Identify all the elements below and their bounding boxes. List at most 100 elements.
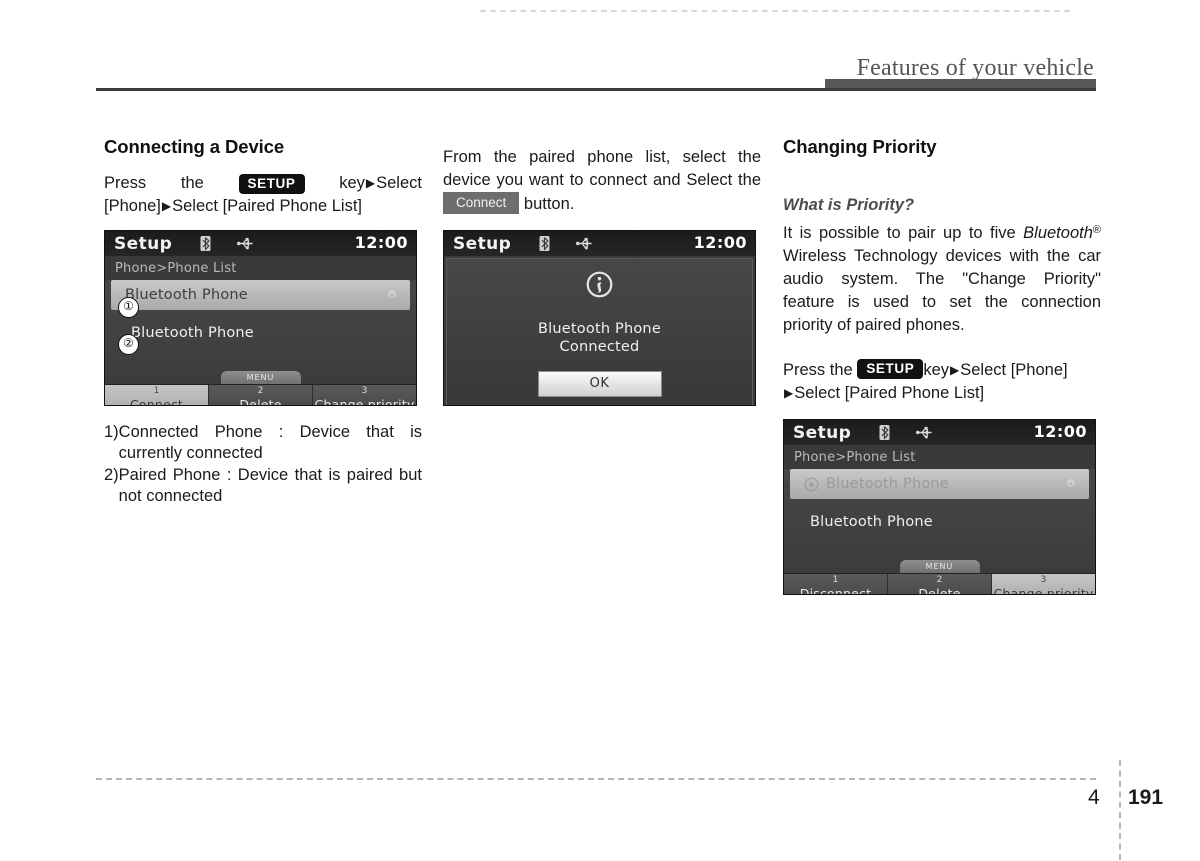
priority-desc-pre: It is possible to pair up to five [783, 224, 1024, 242]
softkey-label: Connect [129, 397, 184, 406]
priority-description: It is possible to pair up to five Blueto… [783, 219, 1101, 337]
softkey-number: 1 [153, 386, 160, 396]
bluetooth-icon [200, 236, 211, 251]
list-item-label: Bluetooth Phone [826, 476, 949, 492]
connect-key-badge: Connect [443, 192, 520, 214]
softkey-label: Disconnect [799, 586, 872, 595]
list-item-label: Bluetooth Phone [131, 325, 254, 341]
screen-clock: 12:00 [1033, 422, 1087, 441]
screen-title: Setup [453, 233, 512, 254]
screen-status-bar: Setup 12:00 [784, 420, 1095, 445]
screen-softkey-bar: 1 Disconnect 2 Delete 3 Change priority [784, 573, 1095, 595]
menu-tab[interactable]: MENU [899, 560, 980, 573]
bluetooth-icon [539, 236, 550, 251]
right-column: Changing Priority What is Priority? It i… [783, 136, 1101, 595]
key-word: key [339, 174, 365, 192]
softkey-connect[interactable]: 1 Connect [105, 385, 209, 406]
press-word: Press [104, 174, 147, 192]
select-word-2: Select [172, 197, 218, 215]
arrow-icon: ▶ [365, 176, 376, 190]
status-icon-group [539, 236, 595, 251]
softkey-delete[interactable]: 2 Delete [209, 385, 313, 406]
device-screen-change-priority: Setup 12:00 Phone>Phone List Bluetooth P… [783, 419, 1096, 595]
setup-key-badge: SETUP [857, 359, 924, 379]
connecting-instruction: Press the SETUP key▶Select [Phone]▶Selec… [104, 172, 422, 218]
screen-list-body: Bluetooth Phone Bluetooth Phone MENU [784, 469, 1095, 573]
select-word-2: Select [794, 384, 841, 402]
top-crop-mark [480, 10, 1070, 13]
softkey-delete[interactable]: 2 Delete [888, 574, 992, 595]
list-item[interactable]: Bluetooth Phone [790, 469, 1089, 499]
softkey-change-priority[interactable]: 3 Change priority [992, 574, 1095, 595]
arrow-icon-2: ▶ [784, 386, 794, 400]
middle-screenshot-wrapper: Setup 12:00 Bluetooth Phone Connected OK [443, 230, 761, 406]
softkey-label: Delete [918, 586, 961, 595]
ok-button[interactable]: OK [537, 371, 662, 397]
page-title: Connecting a Device [104, 136, 285, 157]
phone-bracket: [Phone] [1010, 361, 1068, 379]
paired-phone-list-bracket: [Paired Phone List] [844, 384, 985, 402]
menu-tab[interactable]: MENU [220, 371, 301, 384]
note-text: Connected Phone : Device that is current… [118, 423, 422, 462]
list-item-label: Bluetooth Phone [125, 287, 248, 303]
softkey-disconnect[interactable]: 1 Disconnect [784, 574, 888, 595]
usb-icon [916, 426, 932, 439]
gear-icon [387, 289, 397, 299]
select-word-1: Select [376, 174, 422, 192]
device-screen-connected-dialog: Setup 12:00 Bluetooth Phone Connected OK [443, 230, 756, 406]
list-item-label: Bluetooth Phone [810, 514, 933, 530]
screen-status-bar: Setup 12:00 [444, 231, 755, 256]
list-item[interactable]: Bluetooth Phone [111, 318, 410, 348]
footer-page-number: 191 [1128, 786, 1164, 809]
page-header-title: Features of your vehicle [856, 55, 1094, 81]
header-rule [96, 88, 1096, 91]
screen-clock: 12:00 [354, 233, 408, 252]
softkey-number: 3 [1040, 575, 1047, 585]
usb-icon [576, 237, 592, 250]
softkey-number: 2 [936, 575, 943, 585]
connect-paragraph-part1: From the paired phone list, select the d… [443, 148, 761, 189]
list-item[interactable]: Bluetooth Phone [790, 507, 1089, 537]
dialog-message: Bluetooth Phone Connected [538, 320, 661, 356]
screen-clock: 12:00 [693, 233, 747, 252]
bluetooth-icon [879, 425, 890, 440]
registered-mark: ® [1092, 224, 1101, 236]
status-icon-group [879, 425, 935, 440]
screen-status-bar: Setup 12:00 [105, 231, 416, 256]
footer-rule [96, 778, 1096, 780]
device-screen-phone-list: Setup 12:00 Phone>Phone List Bluetooth P… [104, 230, 417, 406]
screen-breadcrumb: Phone>Phone List [115, 261, 237, 276]
softkey-change-priority[interactable]: 3 Change priority [313, 385, 416, 406]
section-title-changing-priority: Changing Priority [783, 136, 937, 157]
note-number: 1) [104, 423, 119, 441]
left-column: Connecting a Device Press the SETUP key▶… [104, 136, 422, 508]
gear-icon [1066, 478, 1076, 488]
screen-title: Setup [114, 233, 173, 254]
dialog-message-line1: Bluetooth Phone [538, 321, 661, 337]
dialog-body: Bluetooth Phone Connected OK [446, 258, 753, 405]
arrow-icon-2: ▶ [161, 199, 172, 213]
the-word: the [829, 361, 853, 379]
softkey-number: 1 [832, 575, 839, 585]
usb-icon [237, 237, 253, 250]
bluetooth-wordmark: Bluetooth [1023, 224, 1093, 242]
list-item[interactable]: Bluetooth Phone [111, 280, 410, 310]
key-word: key [923, 361, 950, 379]
dialog-message-line2: Connected [559, 339, 640, 355]
footer-chapter-number: 4 [1088, 786, 1100, 809]
page-header: Features of your vehicle [0, 0, 1200, 100]
screen-softkey-bar: 1 Connect 2 Delete 3 Change priority [105, 384, 416, 406]
screen-list-body: Bluetooth Phone Bluetooth Phone MENU [105, 280, 416, 384]
info-icon [586, 271, 613, 298]
screen-breadcrumb: Phone>Phone List [794, 450, 916, 465]
connect-paragraph-part2: button. [523, 195, 575, 213]
note-text: Paired Phone : Device that is paired but… [118, 466, 422, 505]
list-item: 2) Paired Phone : Device that is paired … [104, 465, 422, 507]
priority-instruction: Press the SETUP key▶Select [Phone] ▶Selec… [783, 359, 1101, 405]
softkey-label: Change priority [993, 586, 1094, 595]
subsection-title-what-is-priority: What is Priority? [783, 196, 915, 214]
softkey-label: Change priority [314, 397, 415, 406]
press-word: Press [783, 361, 826, 379]
select-word-1: Select [960, 361, 1007, 379]
softkey-label: Delete [239, 397, 282, 406]
